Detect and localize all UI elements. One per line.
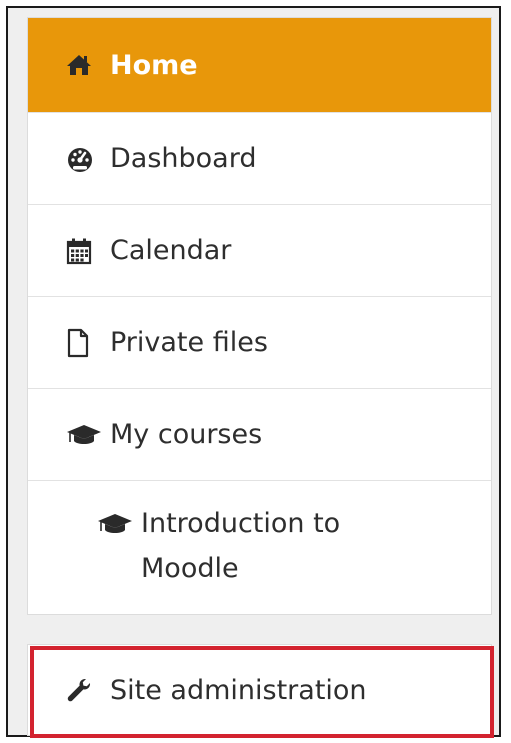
navigation-panel: Home Dashboard Calendar Private files My… bbox=[6, 6, 501, 738]
nav-item-label: Calendar bbox=[110, 235, 232, 266]
nav-item-course-introduction-to-moodle[interactable]: Introduction to Moodle bbox=[28, 480, 491, 614]
nav-item-label: My courses bbox=[110, 419, 263, 450]
nav-item-calendar[interactable]: Calendar bbox=[28, 204, 491, 296]
nav-drawer: Home Dashboard Calendar Private files My… bbox=[27, 17, 492, 615]
nav-item-label: Site administration bbox=[110, 674, 367, 706]
nav-item-label: Home bbox=[110, 49, 198, 81]
graduation-cap-icon bbox=[66, 420, 102, 450]
dashboard-icon bbox=[66, 144, 102, 174]
nav-item-home[interactable]: Home bbox=[28, 18, 491, 112]
nav-item-label: Private files bbox=[110, 327, 268, 358]
graduation-cap-icon bbox=[97, 509, 133, 539]
file-icon bbox=[66, 328, 102, 358]
nav-item-site-administration[interactable]: Site administration bbox=[27, 644, 492, 736]
wrench-icon bbox=[66, 675, 102, 705]
nav-item-label: Introduction to Moodle bbox=[141, 508, 341, 584]
nav-item-my-courses[interactable]: My courses bbox=[28, 388, 491, 480]
nav-item-dashboard[interactable]: Dashboard bbox=[28, 112, 491, 204]
nav-item-label: Dashboard bbox=[110, 143, 257, 174]
home-icon bbox=[66, 50, 102, 80]
calendar-icon bbox=[66, 236, 102, 266]
nav-item-private-files[interactable]: Private files bbox=[28, 296, 491, 388]
